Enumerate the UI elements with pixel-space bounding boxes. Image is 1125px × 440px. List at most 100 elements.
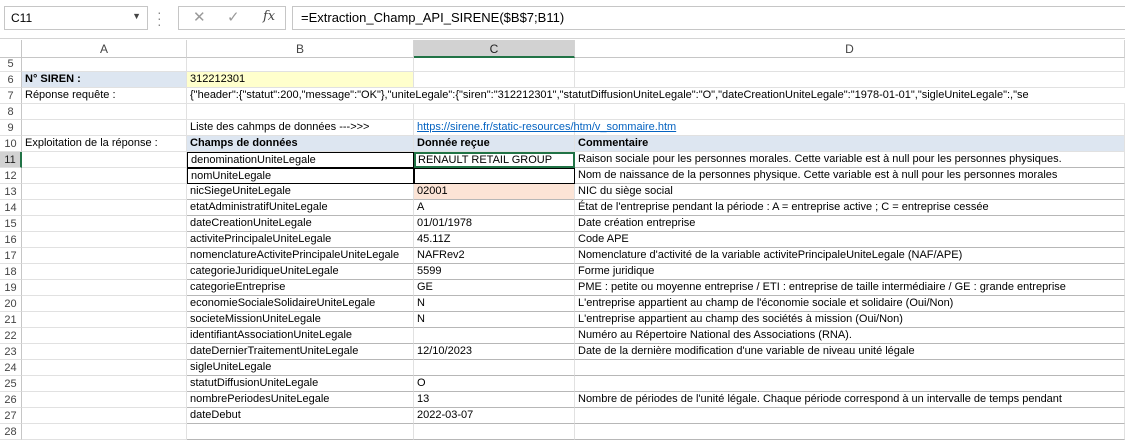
row-header[interactable]: 18 xyxy=(0,264,22,280)
field-name-cell[interactable]: statutDiffusionUniteLegale xyxy=(187,376,414,392)
comment-cell[interactable]: NIC du siège social xyxy=(575,184,1125,200)
cell[interactable] xyxy=(22,264,187,280)
cell[interactable] xyxy=(22,344,187,360)
value-cell[interactable] xyxy=(414,360,575,376)
row-header[interactable]: 6 xyxy=(0,72,22,88)
column-header-c[interactable]: C xyxy=(414,40,575,58)
row-header[interactable]: 24 xyxy=(0,360,22,376)
cell[interactable] xyxy=(414,58,575,72)
column-header-a[interactable]: A xyxy=(22,40,187,58)
cancel-icon[interactable]: ✕ xyxy=(193,8,206,26)
fields-list-label[interactable]: Liste des cahmps de données --->>> xyxy=(187,120,414,136)
cell[interactable] xyxy=(22,312,187,328)
cell[interactable] xyxy=(22,248,187,264)
value-cell[interactable]: N xyxy=(414,312,575,328)
confirm-icon[interactable]: ✓ xyxy=(227,8,240,26)
value-cell[interactable] xyxy=(414,168,575,184)
field-name-cell[interactable]: nomUniteLegale xyxy=(187,168,414,184)
comment-cell[interactable]: Date de la dernière modification d'une v… xyxy=(575,344,1125,360)
value-cell[interactable]: 2022-03-07 xyxy=(414,408,575,424)
field-name-cell[interactable]: nombrePeriodesUniteLegale xyxy=(187,392,414,408)
field-name-cell[interactable]: identifiantAssociationUniteLegale xyxy=(187,328,414,344)
row-header[interactable]: 8 xyxy=(0,104,22,120)
comment-cell[interactable]: PME : petite ou moyenne entreprise / ETI… xyxy=(575,280,1125,296)
cell[interactable] xyxy=(187,58,414,72)
cell[interactable] xyxy=(22,392,187,408)
row-header[interactable]: 12 xyxy=(0,168,22,184)
insert-function-icon[interactable]: fx xyxy=(263,9,275,24)
cell[interactable] xyxy=(575,72,1125,88)
row-header[interactable]: 23 xyxy=(0,344,22,360)
cell[interactable] xyxy=(22,120,187,136)
column-header-d[interactable]: D xyxy=(575,40,1125,58)
comment-cell[interactable]: L'entreprise appartient au champ des soc… xyxy=(575,312,1125,328)
row-header[interactable]: 17 xyxy=(0,248,22,264)
comment-cell[interactable] xyxy=(575,376,1125,392)
cell[interactable] xyxy=(22,200,187,216)
cell[interactable] xyxy=(22,152,187,168)
comment-cell[interactable] xyxy=(575,424,1125,440)
cell[interactable] xyxy=(414,72,575,88)
row-header[interactable]: 11 xyxy=(0,152,22,168)
comment-cell[interactable] xyxy=(575,408,1125,424)
value-cell[interactable]: 13 xyxy=(414,392,575,408)
row-header[interactable]: 14 xyxy=(0,200,22,216)
cell[interactable] xyxy=(414,104,575,120)
field-name-cell[interactable]: nicSiegeUniteLegale xyxy=(187,184,414,200)
cell[interactable] xyxy=(22,424,187,440)
comment-cell[interactable]: Nombre de périodes de l'unité légale. Ch… xyxy=(575,392,1125,408)
row-header[interactable]: 10 xyxy=(0,136,22,152)
value-cell[interactable]: 01/01/1978 xyxy=(414,216,575,232)
drag-handle-icon[interactable]: · · · xyxy=(157,5,162,31)
column-header-b[interactable]: B xyxy=(187,40,414,58)
active-cell[interactable]: RENAULT RETAIL GROUP xyxy=(414,152,575,168)
sirene-docs-link[interactable]: https://sirene.fr/static-resources/htm/v… xyxy=(414,120,676,136)
cell[interactable] xyxy=(22,360,187,376)
cell[interactable] xyxy=(187,104,414,120)
field-name-cell[interactable] xyxy=(187,424,414,440)
field-name-cell[interactable]: dateCreationUniteLegale xyxy=(187,216,414,232)
field-name-cell[interactable]: categorieEntreprise xyxy=(187,280,414,296)
comment-cell[interactable]: Numéro au Répertoire National des Associ… xyxy=(575,328,1125,344)
row-header[interactable]: 20 xyxy=(0,296,22,312)
row-header[interactable]: 22 xyxy=(0,328,22,344)
comment-cell[interactable]: Nom de naissance de la personnes physiqu… xyxy=(575,168,1125,184)
select-all-corner[interactable] xyxy=(0,40,22,58)
field-name-cell[interactable]: categorieJuridiqueUniteLegale xyxy=(187,264,414,280)
table-header-field[interactable]: Champs de données xyxy=(187,136,414,152)
comment-cell[interactable]: L'entreprise appartient au champ de l'éc… xyxy=(575,296,1125,312)
row-header[interactable]: 16 xyxy=(0,232,22,248)
row-header[interactable]: 26 xyxy=(0,392,22,408)
value-cell[interactable]: NAFRev2 xyxy=(414,248,575,264)
field-name-cell[interactable]: economieSocialeSolidaireUniteLegale xyxy=(187,296,414,312)
value-cell[interactable]: N xyxy=(414,296,575,312)
comment-cell[interactable]: Code APE xyxy=(575,232,1125,248)
row-header[interactable]: 21 xyxy=(0,312,22,328)
field-name-cell[interactable]: activitePrincipaleUniteLegale xyxy=(187,232,414,248)
comment-cell[interactable]: État de l'entreprise pendant la période … xyxy=(575,200,1125,216)
field-name-cell[interactable]: nomenclatureActivitePrincipaleUniteLegal… xyxy=(187,248,414,264)
cell[interactable] xyxy=(22,296,187,312)
cell[interactable] xyxy=(22,58,187,72)
value-cell[interactable]: O xyxy=(414,376,575,392)
row-header[interactable]: 19 xyxy=(0,280,22,296)
value-cell[interactable] xyxy=(414,328,575,344)
cell[interactable] xyxy=(22,280,187,296)
siren-label[interactable]: N° SIREN : xyxy=(22,72,187,88)
row-header[interactable]: 9 xyxy=(0,120,22,136)
comment-cell[interactable]: Nomenclature d'activité de la variable a… xyxy=(575,248,1125,264)
row-header[interactable]: 28 xyxy=(0,424,22,440)
value-cell[interactable]: 12/10/2023 xyxy=(414,344,575,360)
value-cell[interactable]: 02001 xyxy=(414,184,575,200)
field-name-cell[interactable]: societeMissionUniteLegale xyxy=(187,312,414,328)
name-box[interactable]: C11 ▼ xyxy=(4,6,148,30)
cell[interactable] xyxy=(22,408,187,424)
comment-cell[interactable]: Raison sociale pour les personnes morale… xyxy=(575,152,1125,168)
siren-input-cell[interactable]: 312212301 xyxy=(187,72,414,88)
row-header[interactable]: 27 xyxy=(0,408,22,424)
row-header[interactable]: 7 xyxy=(0,88,22,104)
row-header[interactable]: 5 xyxy=(0,58,22,72)
comment-cell[interactable] xyxy=(575,360,1125,376)
comment-cell[interactable]: Forme juridique xyxy=(575,264,1125,280)
table-header-comment[interactable]: Commentaire xyxy=(575,136,1125,152)
